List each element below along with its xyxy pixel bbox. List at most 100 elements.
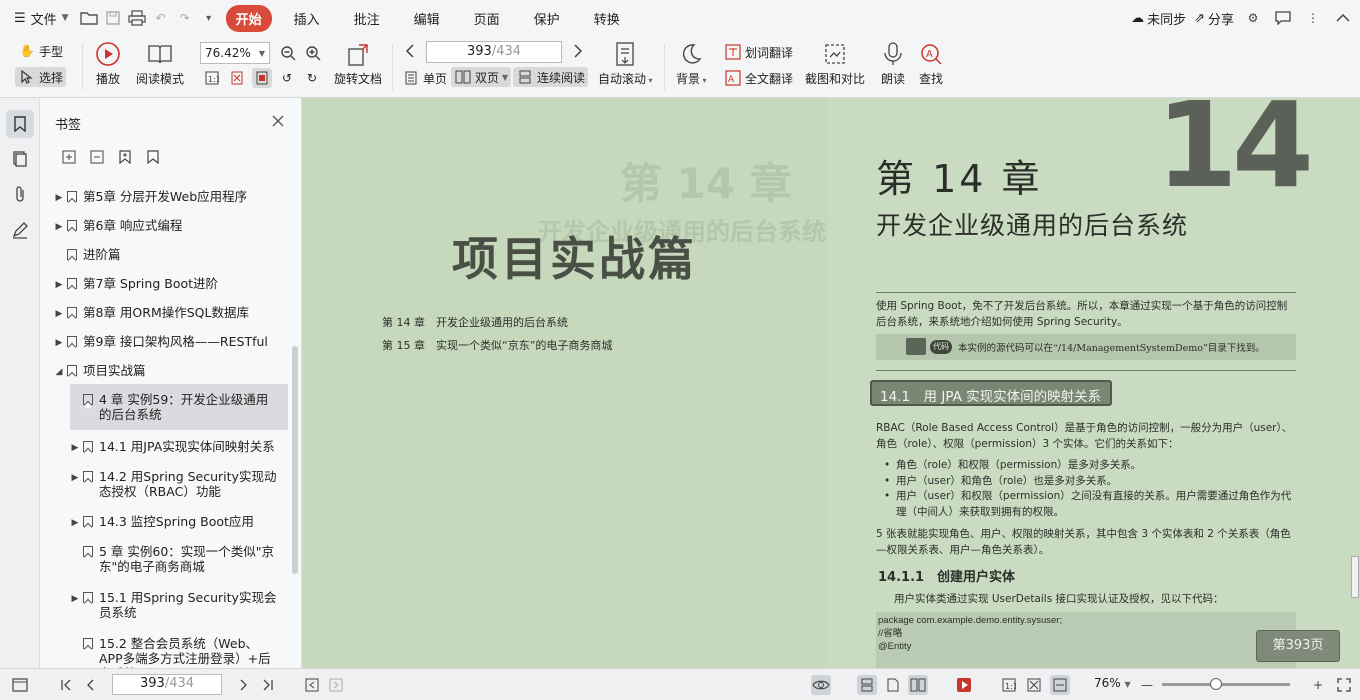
rotate-right-icon[interactable]: ↻: [302, 68, 322, 88]
status-page-input[interactable]: 393/434: [112, 674, 222, 695]
list-item-selected[interactable]: 4 章 实例59：开发企业级通用的后台系统: [70, 384, 288, 430]
tab-insert[interactable]: 插入: [282, 5, 332, 32]
expand-arrow-icon[interactable]: ▶: [54, 336, 64, 351]
eye-protection-icon[interactable]: [811, 675, 831, 695]
page-view-icon[interactable]: [883, 675, 903, 695]
prev-page-icon[interactable]: [400, 41, 420, 61]
fit-page-icon[interactable]: [1024, 675, 1044, 695]
zoom-slider[interactable]: [1162, 678, 1290, 690]
list-item[interactable]: ▶ 第9章 接口架构风格——RESTful: [54, 334, 274, 351]
screenshot-compare-button[interactable]: 截图和对比: [805, 40, 865, 87]
tab-edit[interactable]: 编辑: [402, 5, 452, 32]
list-item[interactable]: 15.2 整合会员系统（Web、APP多端多方式注册登录）+后台系统: [70, 636, 280, 668]
redo-icon[interactable]: ↷: [173, 6, 197, 30]
sync-status[interactable]: ☁ 未同步: [1131, 9, 1186, 28]
full-translate-button[interactable]: A 全文翻译: [724, 69, 793, 87]
list-item[interactable]: ▶ 14.2 用Spring Security实现动态授权（RBAC）功能: [70, 469, 280, 499]
add-bookmark-icon[interactable]: [116, 148, 134, 166]
prev-page-icon[interactable]: [80, 675, 100, 695]
zoom-out-icon[interactable]: —: [1137, 675, 1157, 695]
attachment-icon[interactable]: [6, 180, 34, 208]
list-item[interactable]: ▶ 第5章 分层开发Web应用程序: [54, 189, 274, 206]
single-page-button[interactable]: 单页: [402, 69, 447, 87]
continuous-read-button[interactable]: 连续阅读: [513, 67, 589, 87]
expand-arrow-icon[interactable]: ▶: [54, 220, 64, 235]
toc-entry[interactable]: 第 15 章 实现一个类似“京东”的电子商务商城: [382, 337, 612, 353]
collapse-ribbon-icon[interactable]: [1332, 7, 1354, 29]
actual-size-icon[interactable]: 1:1: [999, 675, 1019, 695]
read-mode-button[interactable]: 阅读模式: [136, 40, 184, 87]
expand-arrow-icon[interactable]: ▶: [54, 278, 64, 293]
next-page-icon[interactable]: [234, 675, 254, 695]
fit-width-icon[interactable]: [1050, 675, 1070, 695]
list-item[interactable]: ▶ 第7章 Spring Boot进阶: [54, 276, 274, 293]
bookmark-icon[interactable]: [6, 110, 34, 138]
double-page-view-icon[interactable]: [908, 675, 928, 695]
fullscreen-icon[interactable]: [1334, 675, 1354, 695]
zoom-in-icon[interactable]: +: [1308, 675, 1328, 695]
zoom-percent[interactable]: 76% ▼: [1094, 676, 1131, 690]
first-page-icon[interactable]: [56, 675, 76, 695]
forward-icon[interactable]: [326, 675, 346, 695]
zoom-out-icon[interactable]: [278, 43, 298, 63]
next-page-icon[interactable]: [568, 41, 588, 61]
tab-page[interactable]: 页面: [462, 5, 512, 32]
expand-arrow-icon[interactable]: ▶: [70, 471, 80, 486]
read-aloud-button[interactable]: 朗读: [879, 40, 907, 87]
single-page-view-icon[interactable]: [857, 675, 877, 695]
background-button[interactable]: 背景 ▾: [676, 40, 707, 87]
toc-entry[interactable]: 第 14 章 开发企业级通用的后台系统: [382, 314, 568, 330]
close-icon[interactable]: [269, 112, 287, 130]
tab-start[interactable]: 开始: [225, 4, 272, 32]
word-translate-button[interactable]: 划词翻译: [724, 43, 793, 61]
tab-annotate[interactable]: 批注: [342, 5, 392, 32]
open-folder-icon[interactable]: [77, 6, 101, 30]
expand-arrow-icon[interactable]: ▶: [70, 516, 80, 531]
last-page-icon[interactable]: [258, 675, 278, 695]
list-item[interactable]: ▶ 14.3 监控Spring Boot应用: [70, 514, 280, 531]
save-icon[interactable]: [101, 6, 125, 30]
more-chevron-icon[interactable]: ▾: [197, 6, 221, 30]
share-button[interactable]: ⇗ 分享: [1194, 9, 1234, 28]
zoom-select[interactable]: 76.42% ▼: [200, 42, 270, 64]
expand-arrow-icon[interactable]: ▶: [70, 441, 80, 456]
collapse-all-icon[interactable]: [88, 148, 106, 166]
zoom-slider-handle[interactable]: [1209, 678, 1222, 690]
zoom-in-icon[interactable]: [303, 43, 323, 63]
tab-convert[interactable]: 转换: [582, 5, 632, 32]
page-number-input[interactable]: 393/434: [426, 41, 562, 63]
actual-size-icon[interactable]: 1:1: [202, 68, 222, 88]
undo-icon[interactable]: ↶: [149, 6, 173, 30]
list-item[interactable]: ▶ 15.1 用Spring Security实现会员系统: [70, 590, 280, 620]
document-view[interactable]: 第 14 章 开发企业级通用的后台系统 项目实战篇 第 14 章 开发企业级通用…: [302, 98, 1360, 668]
gear-icon[interactable]: ⚙: [1242, 7, 1264, 29]
file-menu[interactable]: ☰ 文件 ▼: [0, 9, 77, 28]
expand-arrow-icon[interactable]: ▶: [54, 307, 64, 322]
play-button[interactable]: 播放: [94, 40, 122, 87]
fit-page-icon[interactable]: [227, 68, 247, 88]
list-item[interactable]: 进阶篇: [54, 247, 274, 262]
panel-scrollbar[interactable]: [292, 346, 298, 574]
expand-arrow-icon[interactable]: ▶: [54, 191, 64, 206]
fit-width-icon[interactable]: [252, 68, 272, 88]
document-scrollbar[interactable]: [1351, 556, 1359, 598]
more-icon[interactable]: ⋮: [1302, 7, 1324, 29]
expand-arrow-icon[interactable]: ▶: [70, 592, 80, 607]
hand-tool-button[interactable]: ✋ 手型: [18, 42, 64, 60]
double-page-button[interactable]: 双页 ▼: [451, 67, 512, 87]
comment-icon[interactable]: [1272, 7, 1294, 29]
list-item[interactable]: ▶ 第6章 响应式编程: [54, 218, 274, 235]
tab-protect[interactable]: 保护: [522, 5, 572, 32]
thumbnail-icon[interactable]: [6, 145, 34, 173]
list-item[interactable]: ▶ 14.1 用JPA实现实体间映射关系: [70, 439, 280, 456]
bookmark-outline-icon[interactable]: [144, 148, 162, 166]
expand-all-icon[interactable]: [60, 148, 78, 166]
print-icon[interactable]: [125, 6, 149, 30]
auto-scroll-button[interactable]: 自动滚动 ▾: [598, 40, 653, 87]
select-tool-button[interactable]: 选择: [15, 67, 67, 87]
back-icon[interactable]: [302, 675, 322, 695]
signature-icon[interactable]: [6, 216, 34, 244]
list-item[interactable]: ◢ 项目实战篇: [54, 363, 274, 380]
rotate-left-icon[interactable]: ↺: [277, 68, 297, 88]
list-item[interactable]: 5 章 实例60：实现一个类似"京东"的电子商务商城: [70, 544, 280, 574]
